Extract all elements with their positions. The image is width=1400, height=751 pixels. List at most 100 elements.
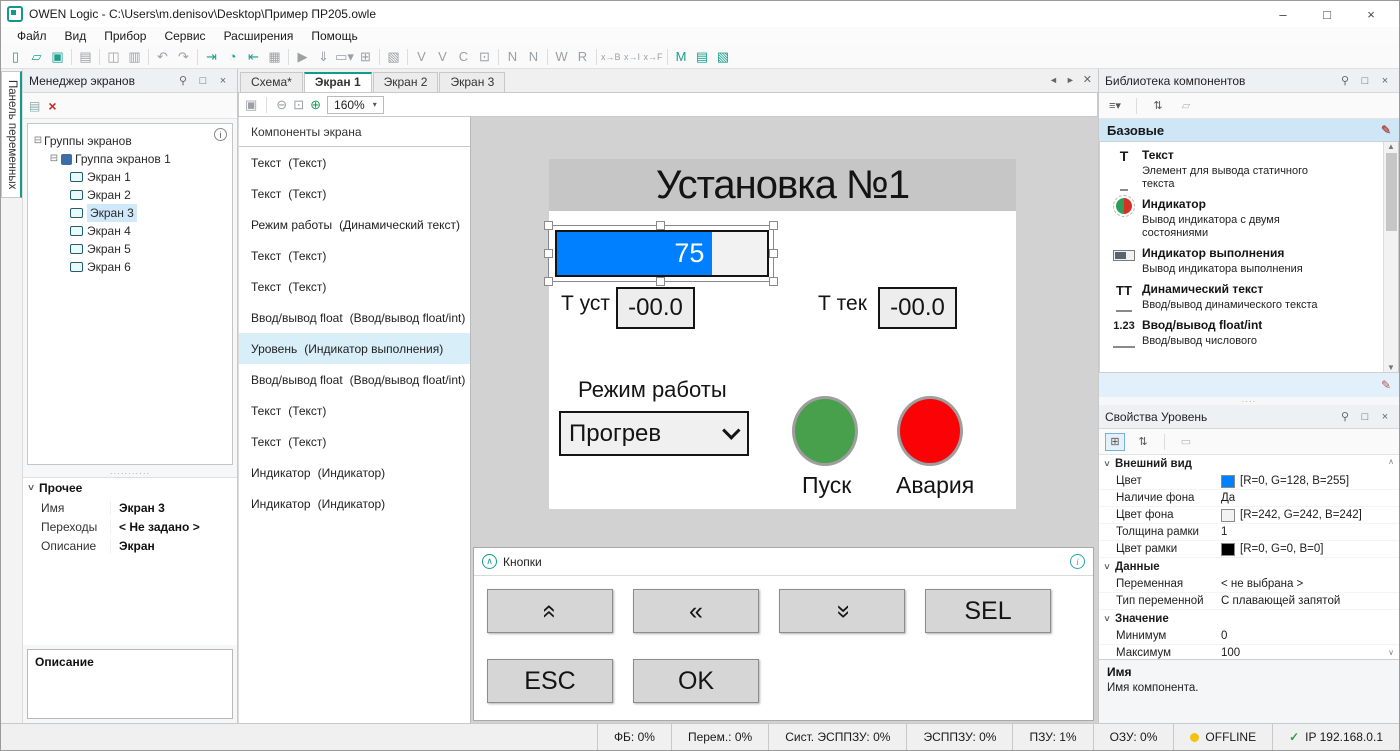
- component-row-level-selected[interactable]: Уровень(Индикатор выполнения): [239, 333, 470, 364]
- fb-write-icon[interactable]: W: [551, 47, 572, 67]
- close-icon[interactable]: ×: [1363, 7, 1379, 22]
- menu-file[interactable]: Файл: [9, 28, 55, 44]
- component-row-text-4[interactable]: Текст(Текст): [239, 271, 470, 302]
- scroll-thumb[interactable]: [1386, 153, 1397, 231]
- component-row-indicator-1[interactable]: Индикатор(Индикатор): [239, 457, 470, 488]
- tab-scroll-left-icon[interactable]: ◄: [1049, 75, 1058, 85]
- maximize-panel-icon[interactable]: □: [1357, 411, 1373, 423]
- close-panel-icon[interactable]: ×: [1377, 75, 1393, 87]
- tree-item-screen-4[interactable]: Экран 4: [28, 222, 232, 240]
- new-project-icon[interactable]: ▯: [5, 47, 26, 67]
- sort-az-icon[interactable]: ⇅: [1133, 433, 1153, 451]
- component-row-mode[interactable]: Режим работы(Динамический текст): [239, 209, 470, 240]
- chevron-down-icon[interactable]: ˅: [23, 483, 39, 494]
- resize-handle[interactable]: [769, 277, 778, 286]
- tree-item-screen-5[interactable]: Экран 5: [28, 240, 232, 258]
- menu-extensions[interactable]: Расширения: [216, 28, 302, 44]
- tree-item-screen-1[interactable]: Экран 1: [28, 168, 232, 186]
- resize-handle[interactable]: [656, 277, 665, 286]
- edit-group-icon[interactable]: ✎: [1381, 378, 1391, 392]
- tab-close-icon[interactable]: ✕: [1083, 73, 1092, 86]
- comment-icon[interactable]: ▤: [29, 99, 40, 113]
- fb-net-out-icon[interactable]: N: [523, 47, 544, 67]
- fb-input-v2-icon[interactable]: V: [432, 47, 453, 67]
- component-row-indicator-2[interactable]: Индикатор(Индикатор): [239, 488, 470, 519]
- edit-group-icon[interactable]: ✎: [1381, 123, 1391, 137]
- device-select-icon[interactable]: ▭▾: [334, 47, 355, 67]
- tree-node-screens-group-1[interactable]: ⊟ Группа экранов 1: [28, 150, 232, 168]
- t-set-value-widget[interactable]: -00.0: [616, 287, 695, 329]
- device-down-button[interactable]: «: [779, 589, 905, 633]
- close-panel-icon[interactable]: ×: [1377, 411, 1393, 423]
- close-panel-icon[interactable]: ×: [215, 75, 231, 87]
- tab-scroll-right-icon[interactable]: ►: [1066, 75, 1075, 85]
- designed-screen[interactable]: Установка №1 75: [549, 159, 1016, 509]
- copy-icon[interactable]: ◫: [103, 47, 124, 67]
- resize-handle[interactable]: [544, 277, 553, 286]
- start-indicator-widget[interactable]: [792, 396, 858, 466]
- properties-scrollbar[interactable]: ∧ ∨: [1385, 455, 1397, 659]
- screen-table-icon[interactable]: ▤: [692, 47, 713, 67]
- design-canvas[interactable]: Установка №1 75: [471, 117, 1098, 723]
- run-simulation-icon[interactable]: ▶: [292, 47, 313, 67]
- device-esc-button[interactable]: ESC: [487, 659, 613, 703]
- fb-constant-icon[interactable]: C: [453, 47, 474, 67]
- component-row-text-2[interactable]: Текст(Текст): [239, 178, 470, 209]
- menu-device[interactable]: Прибор: [96, 28, 154, 44]
- library-grouping-icon[interactable]: ≡▾: [1105, 97, 1125, 115]
- progress-bar-widget[interactable]: 75: [555, 230, 769, 277]
- fb-input-v1-icon[interactable]: V: [411, 47, 432, 67]
- variables-table-icon[interactable]: ▦: [264, 47, 285, 67]
- write-device-icon[interactable]: ⇓: [313, 47, 334, 67]
- component-row-text-1[interactable]: Текст(Текст): [239, 147, 470, 178]
- collapse-icon[interactable]: ∧: [482, 554, 497, 569]
- library-item-progress[interactable]: Индикатор выполнения Вывод индикатора вы…: [1106, 246, 1383, 276]
- scroll-up-icon[interactable]: ▲: [1387, 142, 1395, 151]
- macro-manager-icon[interactable]: M: [671, 47, 692, 67]
- library-item-indicator[interactable]: Индикатор Вывод индикатора с двумя состо…: [1106, 197, 1383, 240]
- variables-panel-tab[interactable]: Панель переменных: [1, 71, 22, 198]
- tab-screen-2[interactable]: Экран 2: [373, 72, 439, 92]
- alarm-indicator-widget[interactable]: [897, 396, 963, 466]
- device-ok-button[interactable]: OK: [633, 659, 759, 703]
- maximize-panel-icon[interactable]: □: [1357, 75, 1373, 87]
- print-icon[interactable]: ▤: [75, 47, 96, 67]
- panel-splitter[interactable]: ···········: [23, 469, 237, 477]
- tab-screen-3[interactable]: Экран 3: [439, 72, 505, 92]
- tab-schema[interactable]: Схема*: [240, 72, 303, 92]
- redo-icon[interactable]: ↷: [173, 47, 194, 67]
- fb-block-icon[interactable]: ⊡: [474, 47, 495, 67]
- screen-upload-icon[interactable]: ▧: [713, 47, 734, 67]
- zoom-out-icon[interactable]: ⊖: [276, 97, 287, 113]
- menu-service[interactable]: Сервис: [156, 28, 213, 44]
- delete-screen-icon[interactable]: ×: [48, 98, 56, 114]
- mode-label-widget[interactable]: Режим работы: [578, 377, 727, 403]
- fb-net-in-icon[interactable]: N: [502, 47, 523, 67]
- menu-help[interactable]: Помощь: [303, 28, 365, 44]
- library-item-text[interactable]: T Текст Элемент для вывода статичного те…: [1106, 148, 1383, 191]
- open-project-icon[interactable]: ▱: [26, 47, 47, 67]
- memory-map-icon[interactable]: ⊞: [355, 47, 376, 67]
- scroll-down-icon[interactable]: ▼: [1387, 363, 1395, 372]
- resize-handle[interactable]: [544, 221, 553, 230]
- tree-item-screen-3[interactable]: Экран 3: [28, 204, 232, 222]
- paste-icon[interactable]: ▥: [124, 47, 145, 67]
- component-row-text-3[interactable]: Текст(Текст): [239, 240, 470, 271]
- property-pages-icon[interactable]: ▭: [1176, 433, 1196, 451]
- resize-handle[interactable]: [769, 249, 778, 258]
- undo-icon[interactable]: ↶: [152, 47, 173, 67]
- resize-handle[interactable]: [544, 249, 553, 258]
- alarm-label-widget[interactable]: Авария: [896, 472, 974, 499]
- component-row-text-5[interactable]: Текст(Текст): [239, 395, 470, 426]
- component-row-io-float-1[interactable]: Ввод/вывод float(Ввод/вывод float/int): [239, 302, 470, 333]
- library-item-dynamic-text[interactable]: TT Динамический текст Ввод/вывод динамич…: [1106, 282, 1383, 312]
- save-screen-icon[interactable]: ▣: [245, 97, 257, 113]
- pin-icon[interactable]: ⚲: [1337, 410, 1353, 423]
- library-folder-icon[interactable]: ▱: [1176, 97, 1196, 115]
- library-group-basic[interactable]: Базовые ✎: [1099, 119, 1399, 141]
- resize-handle[interactable]: [769, 221, 778, 230]
- pin-icon[interactable]: ⚲: [1337, 74, 1353, 87]
- convert-to-float-icon[interactable]: x→F: [643, 47, 664, 67]
- library-scrollbar[interactable]: ▲ ▼: [1383, 142, 1398, 372]
- device-up-button[interactable]: «: [487, 589, 613, 633]
